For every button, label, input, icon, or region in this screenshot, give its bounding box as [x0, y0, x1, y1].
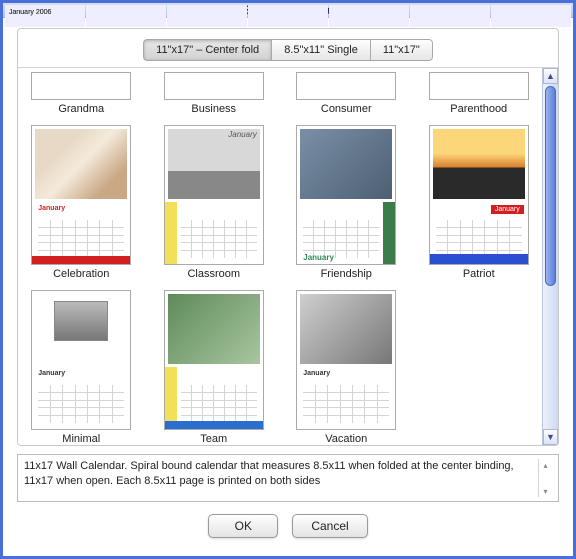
- template-label: Business: [191, 103, 236, 115]
- template-label: Parenthood: [450, 103, 507, 115]
- template-grid-wrap[interactable]: Grandma January 2006 Business January 20…: [18, 68, 542, 445]
- description-box: 11x17 Wall Calendar. Spiral bound calend…: [17, 454, 559, 502]
- template-label: Minimal: [62, 433, 100, 445]
- content-area: 11"x17" – Center fold 8.5"x11" Single 11…: [3, 18, 573, 556]
- template-label: Vacation: [325, 433, 367, 445]
- template-label: Patriot: [463, 268, 495, 280]
- template-panel: 11"x17" – Center fold 8.5"x11" Single 11…: [17, 28, 559, 446]
- scroll-down-arrow[interactable]: ▼: [543, 429, 558, 445]
- template-celebration[interactable]: January Celebration: [22, 125, 141, 280]
- photo-thumbnail: [35, 129, 127, 199]
- photo-thumbnail: [168, 129, 260, 199]
- desc-scroll-down[interactable]: ▾: [539, 485, 552, 497]
- cancel-button[interactable]: Cancel: [292, 514, 367, 538]
- template-patriot[interactable]: January Patriot: [420, 125, 539, 280]
- photo-thumbnail: [168, 294, 260, 364]
- select-template-window: Select Template ✕ 11"x17" – Center fold …: [0, 0, 576, 559]
- template-friendship[interactable]: January Friendship: [287, 125, 406, 280]
- template-grandma[interactable]: Grandma: [22, 72, 141, 115]
- template-minimal[interactable]: January Minimal: [22, 290, 141, 445]
- photo-thumbnail: [433, 129, 525, 199]
- size-tabbar: 11"x17" – Center fold 8.5"x11" Single 11…: [18, 29, 558, 67]
- tab-8-5x11-single[interactable]: 8.5"x11" Single: [271, 39, 370, 61]
- template-team[interactable]: Team: [155, 290, 274, 445]
- template-label: Celebration: [53, 268, 109, 280]
- template-classroom[interactable]: January Classroom: [155, 125, 274, 280]
- template-label: Consumer: [321, 103, 372, 115]
- template-label: Classroom: [187, 268, 240, 280]
- template-grid: Grandma January 2006 Business January 20…: [22, 72, 538, 445]
- template-vacation[interactable]: January Vacation: [287, 290, 406, 445]
- ok-button[interactable]: OK: [208, 514, 278, 538]
- photo-thumbnail: [300, 294, 392, 364]
- size-segmented-control: 11"x17" – Center fold 8.5"x11" Single 11…: [143, 39, 433, 61]
- template-label: Friendship: [321, 268, 372, 280]
- tab-11x17[interactable]: 11"x17": [370, 39, 433, 61]
- scroll-thumb[interactable]: [545, 86, 556, 286]
- template-scroll-area: Grandma January 2006 Business January 20…: [18, 67, 558, 445]
- template-business[interactable]: January 2006 Business: [155, 72, 274, 115]
- description-text: 11x17 Wall Calendar. Spiral bound calend…: [24, 459, 538, 497]
- description-scrollbar[interactable]: ▴ ▾: [538, 459, 552, 497]
- template-label: Grandma: [58, 103, 104, 115]
- scroll-up-arrow[interactable]: ▲: [543, 68, 558, 84]
- tab-11x17-centerfold[interactable]: 11"x17" – Center fold: [143, 39, 271, 61]
- photo-thumbnail: [54, 301, 108, 341]
- dialog-button-row: OK Cancel: [17, 502, 559, 548]
- desc-scroll-up[interactable]: ▴: [539, 459, 552, 471]
- template-parenthood[interactable]: January 2006 Parenthood: [420, 72, 539, 115]
- photo-thumbnail: [300, 129, 392, 199]
- template-label: Team: [200, 433, 227, 445]
- template-consumer[interactable]: January 2006 Consumer: [287, 72, 406, 115]
- vertical-scrollbar[interactable]: ▲ ▼: [542, 68, 558, 445]
